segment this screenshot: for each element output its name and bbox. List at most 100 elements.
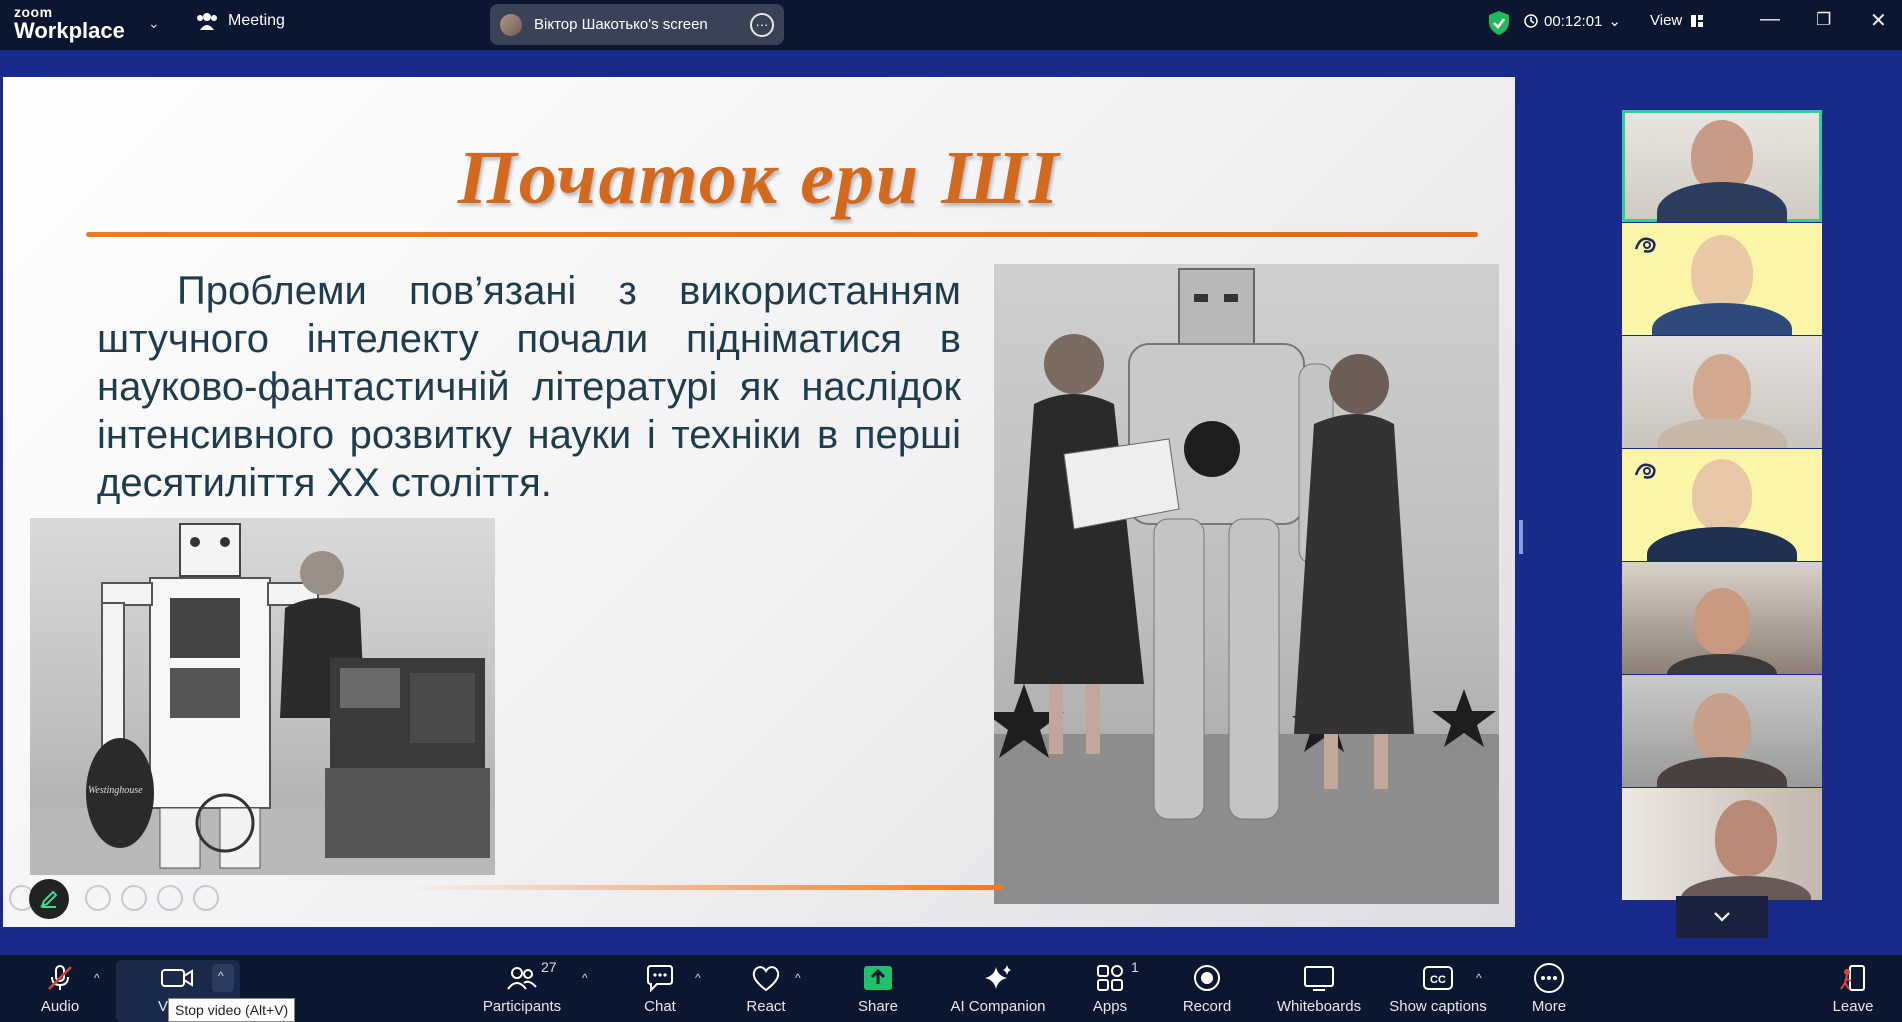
react-caret-icon[interactable]: ^ <box>795 971 801 985</box>
participant-tile[interactable] <box>1622 788 1822 900</box>
whiteboards-button[interactable]: Whiteboards <box>1274 955 1364 1022</box>
share-label: Share <box>857 997 899 1015</box>
sparkle-icon <box>985 964 1011 989</box>
whiteboards-label: Whiteboards <box>1276 997 1362 1015</box>
security-shield-icon[interactable] <box>1488 10 1510 36</box>
restore-icon[interactable]: ❐ <box>1816 10 1831 30</box>
participant-tile[interactable] <box>1622 449 1822 561</box>
screen-share-label: Віктор Шакотько's screen <box>534 16 708 33</box>
audio-options-caret-icon[interactable]: ^ <box>94 971 100 985</box>
participant-face <box>1694 588 1750 654</box>
gallery-scroll-down-button[interactable] <box>1676 896 1768 938</box>
raise-hand-icon <box>1634 463 1656 479</box>
participants-button[interactable]: 27 Participants <box>476 955 568 1022</box>
robot-illustration-right <box>994 268 1499 904</box>
more-icon <box>1534 962 1564 993</box>
react-label: React <box>746 997 786 1015</box>
avatar <box>500 13 522 36</box>
more-label: More <box>1531 997 1567 1015</box>
participant-body <box>1657 418 1787 448</box>
minimize-icon[interactable]: — <box>1760 8 1780 31</box>
chevron-down-icon <box>1714 912 1730 922</box>
video-tooltip: Stop video (Alt+V) <box>168 998 296 1022</box>
captions-caret-icon[interactable]: ^ <box>1476 971 1482 985</box>
cc-glyph: CC <box>1430 974 1446 986</box>
robot-illustration-left: Westinghouse <box>30 523 495 875</box>
participant-tile[interactable] <box>1622 110 1822 222</box>
chat-caret-icon[interactable]: ^ <box>695 971 701 985</box>
participants-icon <box>507 966 537 990</box>
video-label-glyph: V <box>157 997 168 1015</box>
panel-resize-handle[interactable] <box>1519 520 1523 554</box>
meeting-timer[interactable]: 00:12:01 ⌄ <box>1524 12 1621 30</box>
chevron-down-icon[interactable]: ⌄ <box>148 15 160 32</box>
leave-button[interactable]: Leave <box>1830 955 1876 1022</box>
brand-large: Workplace <box>14 18 125 43</box>
chevron-down-icon: ⌄ <box>1608 13 1621 30</box>
heart-icon <box>752 965 780 991</box>
react-button[interactable]: React <box>742 955 790 1022</box>
record-label: Record <box>1182 997 1232 1015</box>
share-screen-icon <box>864 965 892 990</box>
more-icon[interactable] <box>193 885 219 911</box>
top-bar: zoom Workplace ⌄ Meeting Віктор Шакотько… <box>0 0 1902 50</box>
screen-share-pill[interactable]: Віктор Шакотько's screen ··· <box>490 4 784 45</box>
video-options-caret-icon[interactable]: ^ <box>212 964 234 992</box>
microphone-muted-icon <box>48 964 72 990</box>
participants-count: 27 <box>541 958 557 975</box>
timer-value: 00:12:01 <box>1544 12 1603 30</box>
meeting-button[interactable]: Meeting <box>196 12 285 30</box>
ai-companion-button[interactable]: AI Companion <box>948 955 1048 1022</box>
participant-tile[interactable] <box>1622 223 1822 335</box>
record-icon <box>1194 964 1220 991</box>
chat-icon <box>647 964 673 992</box>
participants-caret-icon[interactable]: ^ <box>582 971 588 985</box>
whiteboard-icon <box>1304 965 1334 991</box>
participant-body <box>1657 182 1787 222</box>
close-icon[interactable]: ✕ <box>1870 8 1887 33</box>
chat-button[interactable]: Chat <box>636 955 684 1022</box>
leave-door-icon <box>1840 964 1865 991</box>
show-captions-label: Show captions <box>1389 997 1487 1015</box>
more-options-icon[interactable]: ··· <box>750 12 774 37</box>
pen-icon[interactable] <box>85 885 111 911</box>
ai-companion-label: AI Companion <box>950 997 1046 1015</box>
shared-screen-slide: Початок ери ШІ Проблеми пов’язані з вико… <box>3 77 1515 927</box>
zoom-icon[interactable] <box>157 885 183 911</box>
participant-tile[interactable] <box>1622 562 1822 674</box>
chat-label: Chat <box>644 997 676 1015</box>
meeting-label: Meeting <box>228 12 285 29</box>
apps-button[interactable]: 1 Apps <box>1090 955 1139 1022</box>
annotate-pen-icon[interactable] <box>29 879 69 919</box>
apps-label: Apps <box>1092 997 1128 1015</box>
participant-tile[interactable] <box>1622 336 1822 448</box>
participant-tile[interactable] <box>1622 675 1822 787</box>
closed-captions-icon: CC <box>1423 965 1453 990</box>
participant-gallery <box>1622 110 1822 901</box>
participants-label: Participants <box>482 997 562 1015</box>
participant-body <box>1652 303 1792 335</box>
zoom-workplace-logo: zoom Workplace <box>14 5 125 42</box>
participant-body <box>1667 654 1777 674</box>
participant-body <box>1647 527 1797 561</box>
robot-elektro-photo <box>994 264 1499 904</box>
record-button[interactable]: Record <box>1180 955 1234 1022</box>
more-button[interactable]: More <box>1526 955 1572 1022</box>
view-label: View <box>1650 12 1683 29</box>
participants-icon <box>197 13 217 30</box>
copy-icon[interactable] <box>121 885 147 911</box>
participant-body <box>1657 757 1787 787</box>
participant-face <box>1693 354 1751 424</box>
share-button[interactable]: Share <box>854 955 902 1022</box>
show-captions-button[interactable]: CC Show captions <box>1388 955 1488 1022</box>
robot-televox-photo: Westinghouse <box>30 518 495 875</box>
raise-hand-icon <box>1634 237 1656 253</box>
video-camera-icon <box>161 968 193 987</box>
slide-title: Початок ери ШІ <box>457 136 1061 220</box>
apps-count: 1 <box>1131 958 1139 975</box>
leave-label: Leave <box>1832 997 1874 1015</box>
participant-face <box>1691 235 1753 311</box>
audio-label: Audio <box>40 997 80 1015</box>
view-button[interactable]: View <box>1650 12 1704 29</box>
audio-button[interactable]: Audio <box>30 955 90 1022</box>
